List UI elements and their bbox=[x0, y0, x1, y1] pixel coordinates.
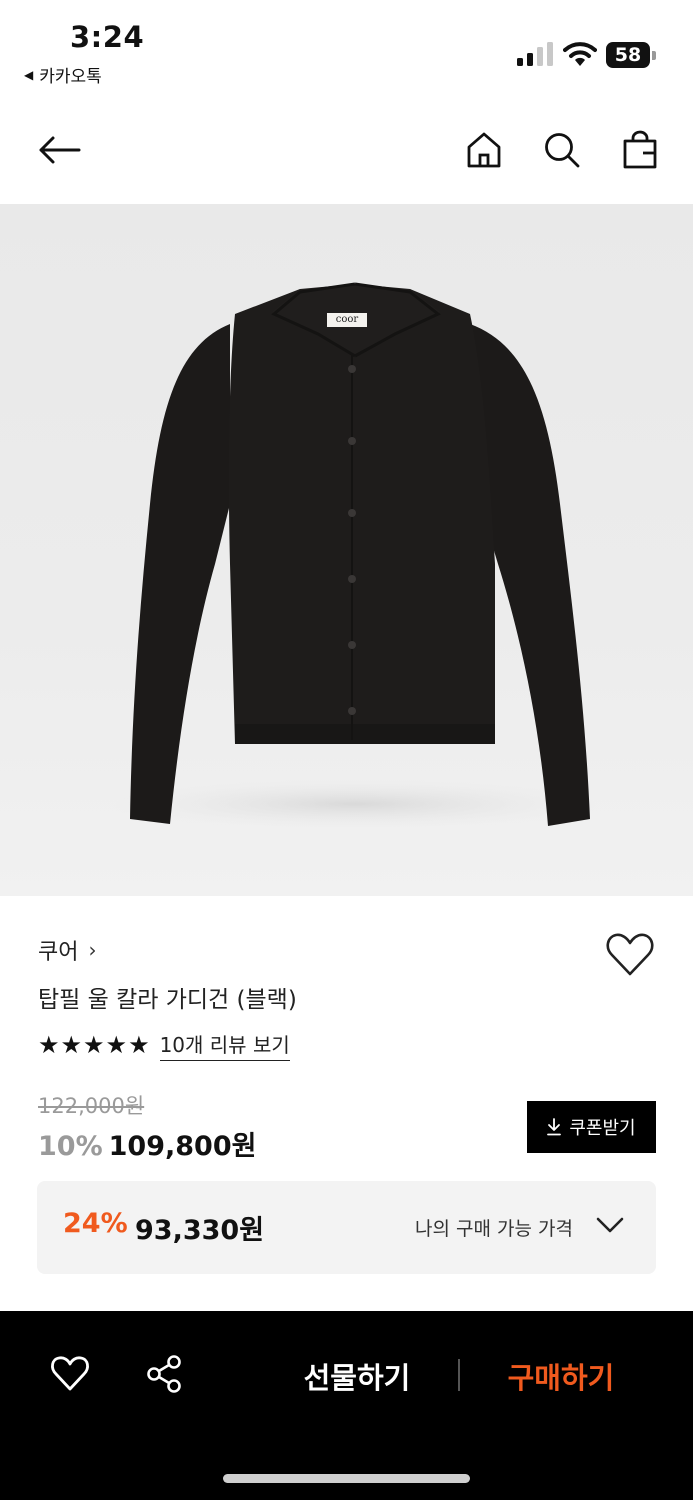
brand-name: 쿠어 bbox=[38, 940, 79, 965]
product-name: 탑필 울 칼라 가디건 (블랙) bbox=[38, 987, 297, 1013]
shopping-bag-icon bbox=[623, 130, 657, 169]
cardigan-illustration bbox=[105, 282, 605, 829]
my-discount-percent: 24% bbox=[63, 1208, 128, 1239]
battery-icon: 58 bbox=[606, 42, 656, 68]
rating-stars: ★ ★ ★ ★ ★ bbox=[38, 1031, 150, 1059]
cellular-signal-icon bbox=[517, 42, 553, 66]
my-price-label: 나의 구매 가능 가격 bbox=[415, 1218, 573, 1240]
top-navigation bbox=[0, 110, 693, 190]
brand-label: coor bbox=[335, 314, 359, 325]
home-icon bbox=[467, 132, 501, 168]
back-triangle-icon: ◀ bbox=[24, 67, 34, 82]
search-button[interactable] bbox=[538, 126, 586, 174]
brand-link[interactable]: 쿠어 › bbox=[38, 934, 96, 966]
review-link[interactable]: 10개 리뷰 보기 bbox=[159, 1029, 290, 1061]
wishlist-button[interactable] bbox=[604, 930, 656, 980]
back-to-app-link[interactable]: ◀ 카카오톡 bbox=[24, 62, 102, 87]
my-price: 93,330원 bbox=[135, 1215, 265, 1246]
chevron-down-icon bbox=[596, 1217, 624, 1233]
search-icon bbox=[545, 133, 580, 168]
star-icon: ★ bbox=[83, 1031, 105, 1059]
like-button[interactable] bbox=[47, 1351, 93, 1397]
gift-button[interactable]: 선물하기 bbox=[282, 1351, 432, 1401]
chevron-right-icon: › bbox=[88, 938, 97, 962]
buy-button[interactable]: 구매하기 bbox=[486, 1351, 636, 1401]
cart-button[interactable] bbox=[616, 126, 664, 174]
star-icon: ★ bbox=[105, 1031, 128, 1059]
my-price-dropdown[interactable]: 24% 93,330원 나의 구매 가능 가격 bbox=[37, 1181, 656, 1274]
coupon-button[interactable]: 쿠폰받기 bbox=[527, 1101, 656, 1153]
home-button[interactable] bbox=[460, 126, 508, 174]
discount-percent: 10% bbox=[38, 1131, 103, 1162]
heart-icon bbox=[51, 1356, 89, 1391]
heart-icon bbox=[606, 933, 654, 976]
status-bar: 3:24 ◀ 카카오톡 58 bbox=[0, 0, 693, 100]
star-icon: ★ bbox=[38, 1031, 60, 1059]
back-app-label: 카카오톡 bbox=[39, 67, 102, 87]
back-button[interactable] bbox=[35, 126, 83, 174]
product-image[interactable]: coor bbox=[0, 204, 693, 896]
sale-price: 109,800원 bbox=[108, 1131, 257, 1162]
wifi-icon bbox=[563, 42, 597, 66]
coupon-label: 쿠폰받기 bbox=[569, 1118, 636, 1139]
bottom-action-bar: 선물하기 구매하기 bbox=[0, 1311, 693, 1500]
share-button[interactable] bbox=[142, 1351, 188, 1397]
battery-level: 58 bbox=[606, 42, 650, 68]
divider bbox=[458, 1359, 460, 1391]
status-time: 3:24 bbox=[70, 20, 145, 54]
rating-row: ★ ★ ★ ★ ★ 10개 리뷰 보기 bbox=[38, 1029, 290, 1061]
share-icon bbox=[147, 1355, 181, 1393]
home-indicator[interactable] bbox=[223, 1474, 470, 1483]
star-icon: ★ bbox=[128, 1031, 150, 1059]
download-icon bbox=[547, 1118, 562, 1136]
original-price: 122,000원 bbox=[38, 1094, 145, 1118]
sale-price-row: 10% 109,800원 bbox=[38, 1124, 256, 1163]
back-arrow-icon bbox=[39, 136, 81, 164]
star-icon: ★ bbox=[60, 1031, 83, 1059]
